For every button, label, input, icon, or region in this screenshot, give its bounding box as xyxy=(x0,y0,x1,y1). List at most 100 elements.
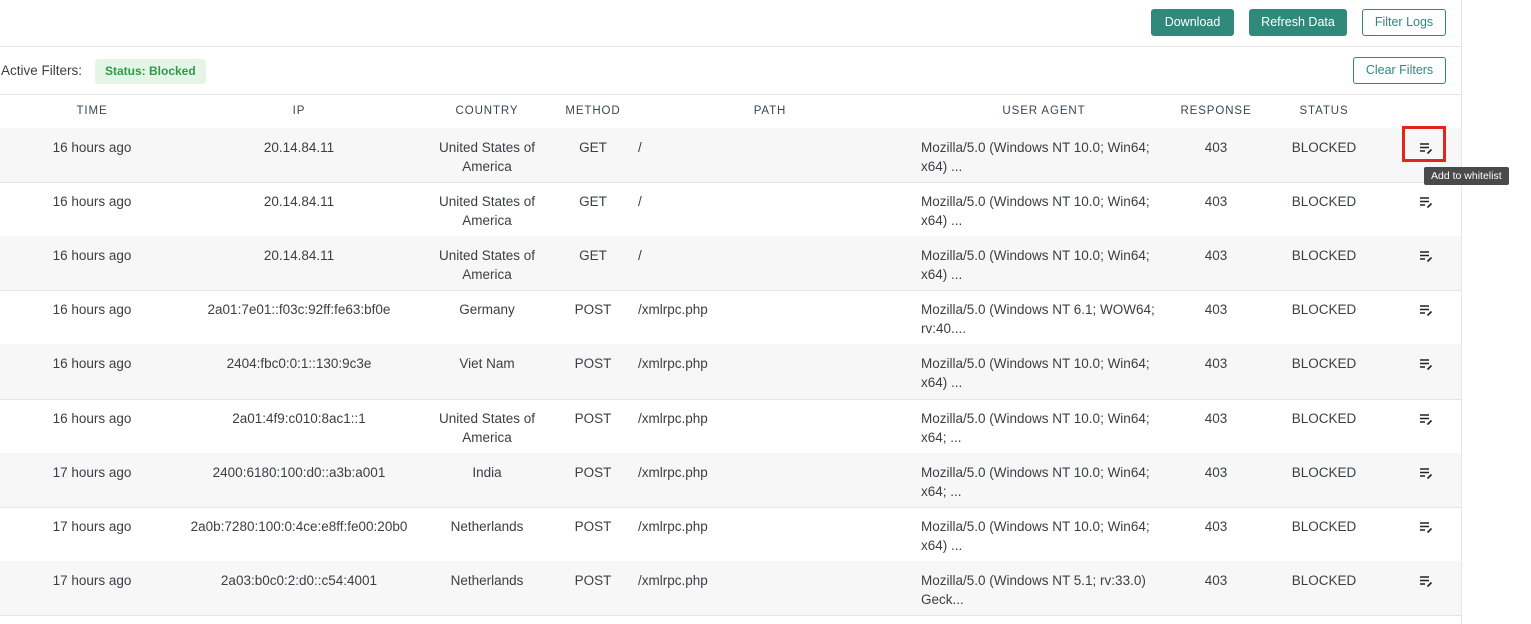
cell-path: /xmlrpc.php xyxy=(638,411,708,426)
cell-path: /xmlrpc.php xyxy=(638,356,708,371)
row-action xyxy=(1405,571,1445,591)
cell-ip: 20.14.84.11 xyxy=(263,140,335,155)
table-row: 16 hours ago 20.14.84.11 United States o… xyxy=(0,182,1461,237)
cell-country: India xyxy=(472,465,502,480)
add-to-whitelist-icon[interactable] xyxy=(1419,466,1433,480)
row-action xyxy=(1405,354,1445,374)
cell-status: BLOCKED xyxy=(1291,194,1357,209)
cell-time: 16 hours ago xyxy=(52,356,132,371)
cell-ip: 20.14.84.11 xyxy=(263,248,335,263)
add-to-whitelist-icon[interactable] xyxy=(1419,303,1433,317)
cell-method: POST xyxy=(574,302,612,317)
cell-ip: 2400:6180:100:d0::a3b:a001 xyxy=(212,465,386,480)
cell-method: GET xyxy=(579,140,607,155)
column-header-ip[interactable]: IP xyxy=(184,95,414,128)
cell-time: 17 hours ago xyxy=(52,465,132,480)
cell-time: 16 hours ago xyxy=(52,140,132,155)
cell-method: POST xyxy=(574,411,612,426)
add-to-whitelist-icon[interactable] xyxy=(1419,520,1433,534)
table-header: TIME IP COUNTRY METHOD PATH USER AGENT R… xyxy=(0,95,1461,129)
cell-time: 16 hours ago xyxy=(52,194,132,209)
status-filter-chip[interactable]: Status: Blocked xyxy=(95,59,206,84)
cell-response: 403 xyxy=(1204,356,1228,371)
cell-user-agent: Mozilla/5.0 (Windows NT 5.1; rv:33.0) Ge… xyxy=(921,573,1146,607)
cell-country: United States of America xyxy=(438,248,536,282)
add-to-whitelist-tooltip: Add to whitelist xyxy=(1424,167,1509,185)
cell-path: /xmlrpc.php xyxy=(638,302,708,317)
cell-status: BLOCKED xyxy=(1291,465,1357,480)
cell-user-agent: Mozilla/5.0 (Windows NT 10.0; Win64; x64… xyxy=(921,411,1150,445)
cell-response: 403 xyxy=(1204,140,1228,155)
cell-path: /xmlrpc.php xyxy=(638,519,708,534)
cell-status: BLOCKED xyxy=(1291,411,1357,426)
column-header-user-agent[interactable]: USER AGENT xyxy=(921,95,1167,128)
cell-country: Viet Nam xyxy=(459,356,515,371)
cell-method: POST xyxy=(574,573,612,588)
row-action xyxy=(1405,517,1445,537)
column-header-method[interactable]: METHOD xyxy=(556,95,630,128)
cell-time: 16 hours ago xyxy=(52,248,132,263)
cell-response: 403 xyxy=(1204,519,1228,534)
add-to-whitelist-icon[interactable] xyxy=(1419,357,1433,371)
cell-time: 16 hours ago xyxy=(52,411,132,426)
cell-method: GET xyxy=(579,248,607,263)
cell-user-agent: Mozilla/5.0 (Windows NT 6.1; WOW64; rv:4… xyxy=(921,302,1155,336)
active-filters-bar: Active Filters: Status: Blocked Clear Fi… xyxy=(0,47,1461,95)
row-action xyxy=(1405,409,1445,429)
column-header-path[interactable]: PATH xyxy=(638,95,902,128)
cell-user-agent: Mozilla/5.0 (Windows NT 10.0; Win64; x64… xyxy=(921,356,1150,390)
table-row: 16 hours ago 20.14.84.11 United States o… xyxy=(0,236,1461,291)
refresh-data-button[interactable]: Refresh Data xyxy=(1249,9,1347,36)
cell-status: BLOCKED xyxy=(1291,573,1357,588)
highlight-box xyxy=(1402,126,1446,162)
cell-country: United States of America xyxy=(438,194,536,228)
table-row: 16 hours ago 2a01:7e01::f03c:92ff:fe63:b… xyxy=(0,290,1461,345)
table-row: 16 hours ago 2404:fbc0:0:1::130:9c3e Vie… xyxy=(0,344,1461,400)
active-filters-label: Active Filters: xyxy=(1,63,83,78)
clear-filters-button[interactable]: Clear Filters xyxy=(1353,57,1446,84)
column-header-country[interactable]: COUNTRY xyxy=(428,95,546,128)
add-to-whitelist-icon[interactable] xyxy=(1419,412,1433,426)
add-to-whitelist-icon[interactable] xyxy=(1419,574,1433,588)
cell-method: GET xyxy=(579,194,607,209)
cell-ip: 2a0b:7280:100:0:4ce:e8ff:fe00:20b0 xyxy=(190,519,408,534)
row-action xyxy=(1405,192,1445,212)
cell-response: 403 xyxy=(1204,465,1228,480)
cell-response: 403 xyxy=(1204,573,1228,588)
column-header-status[interactable]: STATUS xyxy=(1276,95,1372,128)
cell-path: / xyxy=(638,140,642,155)
cell-country: Netherlands xyxy=(450,519,524,534)
cell-country: Germany xyxy=(459,302,515,317)
cell-ip: 2a01:7e01::f03c:92ff:fe63:bf0e xyxy=(207,302,391,317)
cell-response: 403 xyxy=(1204,248,1228,263)
cell-user-agent: Mozilla/5.0 (Windows NT 10.0; Win64; x64… xyxy=(921,519,1150,553)
cell-time: 17 hours ago xyxy=(52,519,132,534)
cell-ip: 2404:fbc0:0:1::130:9c3e xyxy=(226,356,372,371)
cell-user-agent: Mozilla/5.0 (Windows NT 10.0; Win64; x64… xyxy=(921,194,1150,228)
add-to-whitelist-icon[interactable] xyxy=(1419,249,1433,263)
cell-status: BLOCKED xyxy=(1291,356,1357,371)
cell-ip: 20.14.84.11 xyxy=(263,194,335,209)
table-row: 17 hours ago 2400:6180:100:d0::a3b:a001 … xyxy=(0,453,1461,508)
cell-user-agent: Mozilla/5.0 (Windows NT 10.0; Win64; x64… xyxy=(921,248,1150,282)
cell-response: 403 xyxy=(1204,302,1228,317)
filter-logs-button[interactable]: Filter Logs xyxy=(1362,9,1446,36)
add-to-whitelist-icon[interactable] xyxy=(1419,195,1433,209)
cell-user-agent: Mozilla/5.0 (Windows NT 10.0; Win64; x64… xyxy=(921,140,1150,174)
logs-panel: Download Refresh Data Filter Logs Active… xyxy=(0,0,1462,624)
cell-ip: 2a01:4f9:c010:8ac1::1 xyxy=(232,411,366,426)
column-header-response[interactable]: RESPONSE xyxy=(1176,95,1256,128)
column-header-time[interactable]: TIME xyxy=(0,95,184,128)
cell-country: United States of America xyxy=(438,411,536,445)
cell-time: 17 hours ago xyxy=(52,573,132,588)
cell-country: United States of America xyxy=(438,140,536,174)
row-action xyxy=(1405,463,1445,483)
row-action xyxy=(1405,246,1445,266)
cell-method: POST xyxy=(574,465,612,480)
cell-response: 403 xyxy=(1204,194,1228,209)
table-row: 16 hours ago 2a01:4f9:c010:8ac1::1 Unite… xyxy=(0,399,1461,454)
cell-ip: 2a03:b0c0:2:d0::c54:4001 xyxy=(220,573,378,588)
table-row: 17 hours ago 2a0b:7280:100:0:4ce:e8ff:fe… xyxy=(0,507,1461,562)
cell-method: POST xyxy=(574,519,612,534)
download-button[interactable]: Download xyxy=(1151,9,1234,36)
